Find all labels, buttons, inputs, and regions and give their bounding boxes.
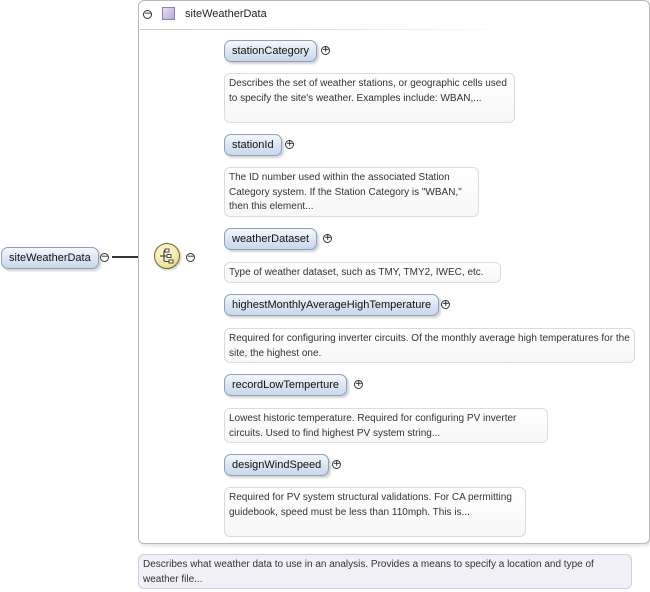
root-element-box[interactable]: siteWeatherData <box>1 247 99 269</box>
complex-type-icon <box>162 7 175 20</box>
minus-toggle-icon[interactable]: − <box>186 253 195 262</box>
plus-toggle-icon[interactable]: + <box>323 234 332 243</box>
element-box-stationCategory[interactable]: stationCategory <box>224 40 318 62</box>
root-element-description: Describes what weather data to use in an… <box>138 554 632 589</box>
plus-toggle-icon[interactable]: + <box>285 140 294 149</box>
frame-header-divider <box>140 29 520 30</box>
element-box-weatherDataset[interactable]: weatherDataset <box>224 228 318 250</box>
plus-toggle-icon[interactable]: + <box>441 300 450 309</box>
complex-type-title: siteWeatherData <box>185 8 267 20</box>
element-box-designWindSpeed[interactable]: designWindSpeed <box>224 454 330 476</box>
element-description: Type of weather dataset, such as TMY, TM… <box>224 262 501 283</box>
plus-toggle-icon[interactable]: + <box>332 460 341 469</box>
element-label: stationCategory <box>232 45 310 57</box>
element-label: recordLowTemperture <box>232 379 339 391</box>
element-description: Lowest historic temperature. Required fo… <box>224 408 548 443</box>
element-description: Describes the set of weather stations, o… <box>224 73 515 123</box>
element-description: Required for PV system structural valida… <box>224 487 526 537</box>
element-label: stationId <box>232 139 274 151</box>
plus-toggle-icon[interactable]: + <box>354 380 363 389</box>
element-box-recordLowTemperture[interactable]: recordLowTemperture <box>224 374 347 396</box>
element-box-stationId[interactable]: stationId <box>224 134 282 156</box>
sequence-compositor-icon[interactable] <box>154 243 180 269</box>
plus-toggle-icon[interactable]: + <box>321 46 330 55</box>
minus-toggle-icon[interactable]: − <box>100 253 109 262</box>
element-label: designWindSpeed <box>232 459 322 471</box>
element-label: weatherDataset <box>232 233 310 245</box>
element-description: The ID number used within the associated… <box>224 167 479 217</box>
element-description: Required for configuring inverter circui… <box>224 328 635 363</box>
element-box-highestMonthlyAverageHighTemperature[interactable]: highestMonthlyAverageHighTemperature <box>224 294 440 316</box>
element-label: highestMonthlyAverageHighTemperature <box>232 299 432 311</box>
minus-toggle-icon[interactable]: − <box>143 10 152 19</box>
root-element-label: siteWeatherData <box>9 252 91 264</box>
